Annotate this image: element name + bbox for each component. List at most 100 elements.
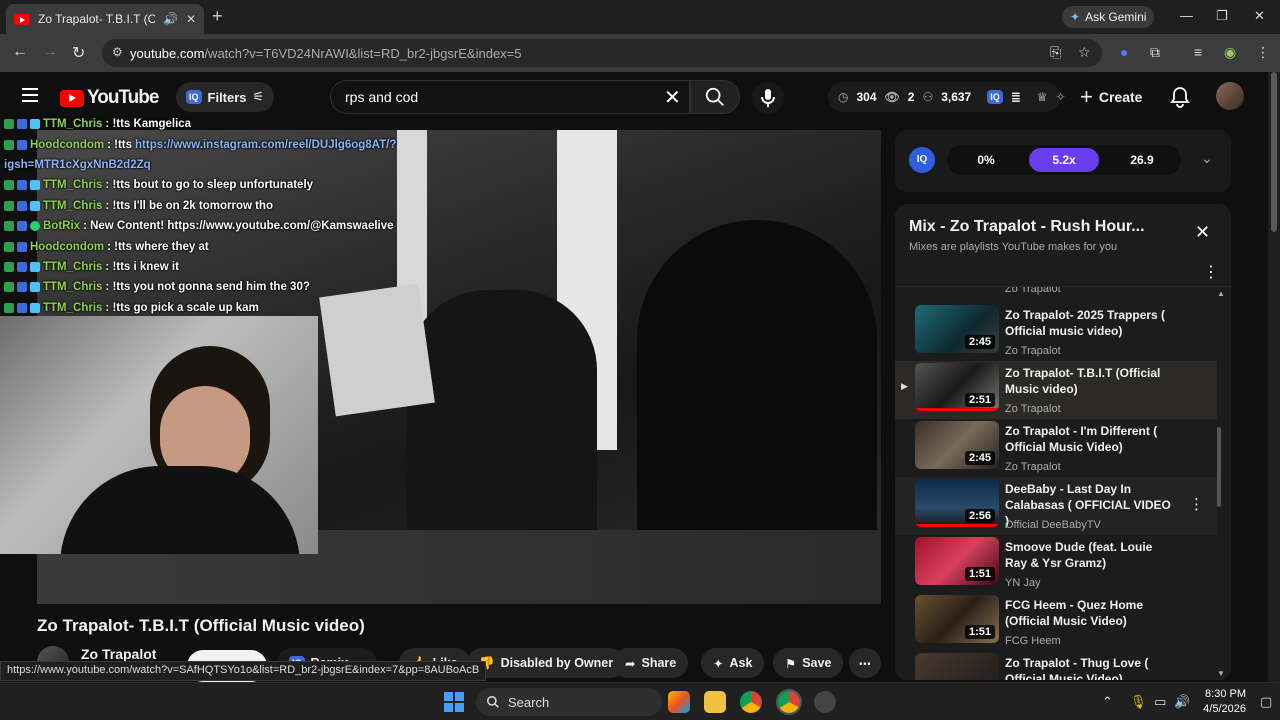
hamburger-menu-icon[interactable] xyxy=(22,88,38,102)
site-info-icon[interactable]: ⚙ xyxy=(112,45,123,59)
volume-icon[interactable]: 🔊 xyxy=(1174,694,1190,710)
chevron-down-icon[interactable]: ⌄ xyxy=(1201,150,1213,167)
badge-icon xyxy=(17,119,27,130)
chat-link[interactable]: igsh=MTR1cXgxNnB2d2Zq xyxy=(4,159,151,171)
new-tab-button[interactable]: + xyxy=(212,6,223,27)
windows-start-icon[interactable] xyxy=(444,692,464,712)
metric-score[interactable]: 26.9 xyxy=(1107,148,1177,172)
list-icon[interactable]: ≣ xyxy=(1011,90,1021,104)
taskbar-clock[interactable]: 8:30 PM 4/5/2026 xyxy=(1196,687,1246,717)
channel-name[interactable]: Zo Trapalot xyxy=(81,646,156,662)
stat-views: 304 xyxy=(856,90,877,104)
notification-icon[interactable]: ▢ xyxy=(1260,694,1272,710)
chat-link[interactable]: https://www.instagram.com/reel/DUJlg6og8… xyxy=(135,139,396,151)
metric-multiplier[interactable]: 5.2x xyxy=(1029,148,1099,172)
forward-icon[interactable]: → xyxy=(42,43,58,61)
share-button[interactable]: ➦ Share xyxy=(613,648,689,678)
chat-line: TTM_Chris: !tts I'll be on 2k tomorrow t… xyxy=(0,196,420,216)
taskbar-search[interactable]: Search xyxy=(476,688,662,716)
search-input[interactable] xyxy=(330,80,690,114)
badge-icon xyxy=(17,261,27,272)
url-path: /watch?v=T6VD24NrAWI&list=RD_br2-jbgsrE&… xyxy=(204,45,522,61)
youtube-logo[interactable]: YouTube xyxy=(60,87,159,109)
minimize-icon[interactable]: — xyxy=(1180,8,1193,23)
chrome-icon[interactable] xyxy=(740,691,762,713)
chat-line: TTM_Chris: !tts i knew it xyxy=(0,257,420,277)
create-button[interactable]: + Create xyxy=(1080,82,1142,112)
search-button[interactable] xyxy=(690,80,740,114)
close-icon[interactable]: ✕ xyxy=(1195,222,1210,243)
browser-tab[interactable]: Zo Trapalot- T.B.I.T (Official 🔊 ✕ xyxy=(6,4,204,34)
filters-button[interactable]: IQ Filters ⚟ xyxy=(176,82,275,112)
install-app-icon[interactable]: ⎘ xyxy=(1050,44,1061,61)
playlist-item-current[interactable]: ▶ 2:51 Zo Trapalot- T.B.I.T (Official Mu… xyxy=(895,361,1217,419)
playlist-item[interactable]: Zo Trapalot - Thug Love ( Official Music… xyxy=(895,651,1217,680)
chrome-active-icon[interactable] xyxy=(776,689,802,715)
ask-button[interactable]: ✦ Ask xyxy=(701,648,765,678)
badge-icon xyxy=(4,261,14,272)
speaker-icon[interactable]: 🔊 xyxy=(163,12,178,26)
clock-icon: ◷ xyxy=(838,90,849,104)
app-icon[interactable] xyxy=(814,691,836,713)
playlist-item-hovered[interactable]: 2:56 DeeBaby - Last Day In Calabasas ( O… xyxy=(895,477,1217,535)
scroll-up-icon[interactable]: ▲ xyxy=(1217,289,1225,298)
back-icon[interactable]: ← xyxy=(12,43,28,61)
more-vertical-icon[interactable]: ⋮ xyxy=(1203,262,1219,282)
chrome-menu-icon[interactable]: ⋮ xyxy=(1256,44,1270,61)
playlist-item[interactable]: 2:45 Zo Trapalot- 2025 Trappers ( Offici… xyxy=(895,303,1217,361)
chat-message: : !tts where they at xyxy=(107,240,209,253)
tab-close-icon[interactable]: ✕ xyxy=(186,12,196,26)
url-host: youtube.com xyxy=(130,45,205,61)
chat-username: Hoodcondom xyxy=(30,138,105,151)
extensions-puzzle-icon[interactable]: ⧉ xyxy=(1150,44,1160,61)
account-avatar[interactable] xyxy=(1216,82,1244,110)
chevron-up-icon[interactable]: ⌃ xyxy=(1102,694,1113,710)
sparkle-icon[interactable]: ✧ xyxy=(1056,90,1066,104)
store-app-icon[interactable] xyxy=(668,691,690,713)
bookmark-star-icon[interactable]: ☆ xyxy=(1078,44,1091,61)
webcam-person-body xyxy=(60,466,300,554)
chat-line: Hoodcondom: !tts https://www.instagram.c… xyxy=(0,134,420,154)
people-icon: ⚇ xyxy=(922,90,934,104)
page-scrollbar[interactable] xyxy=(1268,72,1280,682)
iq-icon[interactable]: IQ xyxy=(987,90,1003,104)
more-vertical-icon[interactable]: ⋮ xyxy=(1189,495,1204,513)
more-actions-button[interactable]: ⋯ xyxy=(849,648,881,678)
profile-icon[interactable]: ◉ xyxy=(1224,44,1236,61)
video-title: Zo Trapalot- T.B.I.T (Official Music vid… xyxy=(37,616,365,635)
notifications-bell-icon[interactable] xyxy=(1170,86,1190,108)
chat-username: TTM_Chris xyxy=(43,179,103,192)
url-bar[interactable]: ⚙ youtube.com/watch?v=T6VD24NrAWI&list=R… xyxy=(102,39,1102,67)
clock-date: 4/5/2026 xyxy=(1203,703,1246,715)
playlist-thumbnail: 2:45 xyxy=(915,421,999,469)
restore-icon[interactable]: ❐ xyxy=(1216,8,1228,24)
save-button[interactable]: ⚑ Save xyxy=(773,648,844,678)
playlist-item-title: FCG Heem - Quez Home (Official Music Vid… xyxy=(1005,598,1144,628)
metric-percent[interactable]: 0% xyxy=(951,148,1021,172)
clear-search-icon[interactable]: ✕ xyxy=(664,85,681,110)
reload-icon[interactable]: ↻ xyxy=(72,43,85,63)
browser-tab-bar: Zo Trapalot- T.B.I.T (Official 🔊 ✕ + ✦ A… xyxy=(0,0,1280,34)
mix-title[interactable]: Mix - Zo Trapalot - Rush Hour... xyxy=(909,218,1169,236)
chat-username: Hoodcondom xyxy=(30,240,105,253)
ask-gemini-button[interactable]: ✦ Ask Gemini xyxy=(1062,6,1155,28)
microphone-icon[interactable]: 🎙 xyxy=(1130,694,1147,710)
playlist-item[interactable]: 1:51 FCG Heem - Quez Home (Official Musi… xyxy=(895,593,1217,651)
sliders-icon: ⚟ xyxy=(252,89,265,104)
iq-logo-icon: IQ xyxy=(909,147,935,173)
scroll-down-icon[interactable]: ▼ xyxy=(1217,669,1225,678)
plus-icon: + xyxy=(1080,84,1093,109)
award-icon[interactable]: ♕ xyxy=(1037,90,1048,104)
dislike-disabled-button[interactable]: 👎 Disabled by Owner xyxy=(467,648,626,678)
file-explorer-icon[interactable] xyxy=(704,691,726,713)
playlist-item[interactable]: 2:45 Zo Trapalot - I'm Different ( Offic… xyxy=(895,419,1217,477)
chat-username: BotRix xyxy=(43,220,81,233)
voice-search-button[interactable] xyxy=(752,82,784,114)
playlist-scrollbar[interactable] xyxy=(1217,427,1221,507)
playlist-item[interactable]: 1:51 Smoove Dude (feat. Louie Ray & Ysr … xyxy=(895,535,1217,593)
extension-icon[interactable]: ● xyxy=(1120,44,1128,60)
network-icon[interactable]: ▭ xyxy=(1154,694,1166,710)
page-scrollbar-thumb[interactable] xyxy=(1271,72,1277,232)
media-control-icon[interactable]: ≡ xyxy=(1194,44,1202,60)
window-close-icon[interactable]: ✕ xyxy=(1254,8,1265,24)
